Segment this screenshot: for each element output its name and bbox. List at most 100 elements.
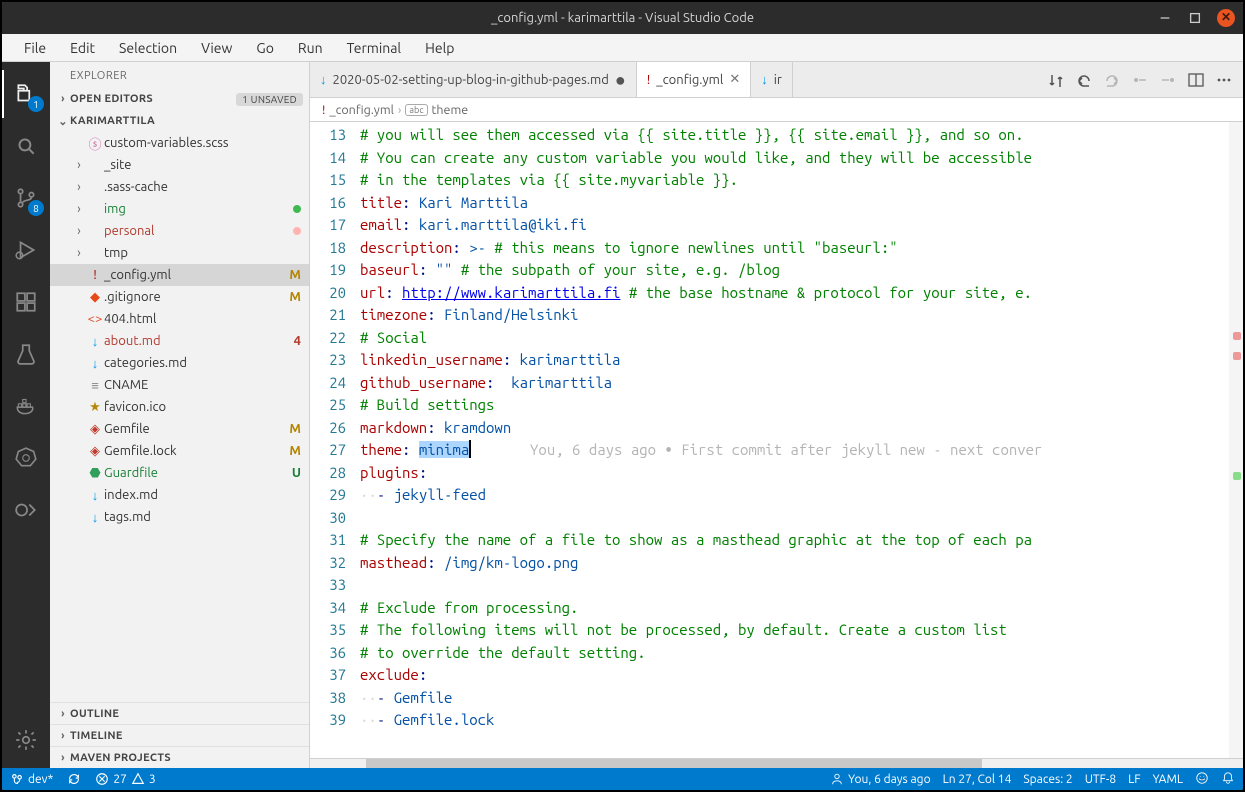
cursor-position[interactable]: Ln 27, Col 14 <box>943 773 1012 786</box>
git-blame[interactable]: You, 6 days ago <box>830 772 931 786</box>
feedback-icon[interactable] <box>1195 771 1209 788</box>
language-mode[interactable]: YAML <box>1153 773 1183 786</box>
split-icon[interactable] <box>1187 71 1205 89</box>
file-custom-variables-scss[interactable]: ⓢcustom-variables.scss <box>50 132 309 154</box>
tab-actions <box>1037 62 1243 97</box>
code-line <box>360 507 1243 530</box>
chevron-right-icon: › <box>56 730 70 742</box>
activity-testing[interactable] <box>2 330 50 378</box>
menu-file[interactable]: File <box>14 36 56 60</box>
activity-docker[interactable] <box>2 382 50 430</box>
git-compare-icon[interactable] <box>1047 71 1065 89</box>
code-content[interactable]: # you will see them accessed via {{ site… <box>360 122 1243 758</box>
file-label: _site <box>104 158 285 172</box>
scm-status: M <box>285 290 301 304</box>
breadcrumb[interactable]: ! _config.yml › abc theme <box>310 98 1243 122</box>
file-favicon-ico[interactable]: ★favicon.ico <box>50 396 309 418</box>
explorer-sidebar: EXPLORER › OPEN EDITORS 1 UNSAVED ⌄ KARI… <box>50 62 310 768</box>
file-guardfile[interactable]: ⬣GuardfileU <box>50 462 309 484</box>
file-categories-md[interactable]: ↓categories.md <box>50 352 309 374</box>
menu-help[interactable]: Help <box>415 36 464 60</box>
eol[interactable]: LF <box>1128 773 1140 786</box>
minimize-button[interactable] <box>1157 10 1173 26</box>
repo-section[interactable]: ⌄ KARIMARTTILA <box>50 110 309 132</box>
tab-ir[interactable]: ↓ir <box>751 62 793 97</box>
code-line: # You can create any custom variable you… <box>360 147 1243 170</box>
next-dim-icon[interactable] <box>1159 71 1177 89</box>
chevron-right-icon: › <box>72 224 86 238</box>
file-gemfile-lock[interactable]: ◈Gemfile.lockM <box>50 440 309 462</box>
folder--site[interactable]: ›_site <box>50 154 309 176</box>
file-label: Guardfile <box>104 466 285 480</box>
code-line: baseurl: "" # the subpath of your site, … <box>360 259 1243 282</box>
spacer <box>72 268 86 282</box>
menu-selection[interactable]: Selection <box>109 36 187 60</box>
file--gitignore[interactable]: ◆.gitignoreM <box>50 286 309 308</box>
spacer <box>72 510 86 524</box>
code-line: github_username: karimarttila <box>360 372 1243 395</box>
horizontal-scrollbar[interactable] <box>310 758 1243 768</box>
close-tab-icon[interactable]: ✕ <box>729 72 740 87</box>
section-maven-projects[interactable]: ›MAVEN PROJECTS <box>50 746 309 768</box>
folder-tmp[interactable]: ›tmp <box>50 242 309 264</box>
open-editors-section[interactable]: › OPEN EDITORS 1 UNSAVED <box>50 88 309 110</box>
horizontal-scroll-thumb[interactable] <box>366 759 982 768</box>
maximize-button[interactable] <box>1187 10 1203 26</box>
sync-button[interactable] <box>67 772 81 786</box>
file-label: Gemfile.lock <box>104 444 285 458</box>
file--config-yml[interactable]: !_config.ymlM <box>50 264 309 286</box>
sidebar-bottom-sections: ›OUTLINE›TIMELINE›MAVEN PROJECTS <box>50 702 309 768</box>
problems[interactable]: 27 3 <box>95 772 155 786</box>
minimap[interactable] <box>1229 122 1243 758</box>
git-branch[interactable]: dev* <box>10 772 53 786</box>
activity-settings[interactable] <box>2 716 50 764</box>
chevron-right-icon: › <box>56 708 70 720</box>
tab-2020-05-02-setting-up-blog-in-github-pages-md[interactable]: ↓2020-05-02-setting-up-blog-in-github-pa… <box>310 62 637 97</box>
line-number: 35 <box>310 619 346 642</box>
code-line: # to override the default setting. <box>360 642 1243 665</box>
activity-kubernetes[interactable] <box>2 434 50 482</box>
activity-extensions[interactable] <box>2 278 50 326</box>
redo-dim-icon[interactable] <box>1103 71 1121 89</box>
folder-img[interactable]: ›img <box>50 198 309 220</box>
file-label: _config.yml <box>104 268 285 282</box>
editor[interactable]: 1314151617181920212223242526272829303132… <box>310 122 1243 758</box>
file-label: tags.md <box>104 510 285 524</box>
tab--config-yml[interactable]: !_config.yml✕ <box>637 62 752 97</box>
spacer <box>72 356 86 370</box>
undo-icon[interactable] <box>1075 71 1093 89</box>
line-number: 38 <box>310 687 346 710</box>
activity-search[interactable] <box>2 122 50 170</box>
activity-run-debug[interactable] <box>2 226 50 274</box>
spacer <box>72 488 86 502</box>
tab-label: ir <box>774 73 782 87</box>
file-index-md[interactable]: ↓index.md <box>50 484 309 506</box>
folder--sass-cache[interactable]: ›.sass-cache <box>50 176 309 198</box>
line-number: 24 <box>310 372 346 395</box>
file-about-md[interactable]: ↓about.md4 <box>50 330 309 352</box>
menu-view[interactable]: View <box>191 36 242 60</box>
file-404-html[interactable]: <>404.html <box>50 308 309 330</box>
section-outline[interactable]: ›OUTLINE <box>50 702 309 724</box>
activity-live-share[interactable] <box>2 486 50 534</box>
file-gemfile[interactable]: ◈GemfileM <box>50 418 309 440</box>
file-cname[interactable]: ≡CNAME <box>50 374 309 396</box>
menu-terminal[interactable]: Terminal <box>337 36 412 60</box>
prev-dim-icon[interactable] <box>1131 71 1149 89</box>
menubar: FileEditSelectionViewGoRunTerminalHelp <box>2 34 1243 62</box>
notifications-icon[interactable] <box>1221 771 1235 788</box>
activity-scm[interactable]: 8 <box>2 174 50 222</box>
folder-personal[interactable]: ›personal <box>50 220 309 242</box>
more-icon[interactable] <box>1215 71 1233 89</box>
activity-explorer[interactable]: 1 <box>2 70 50 118</box>
encoding[interactable]: UTF-8 <box>1085 773 1116 786</box>
menu-edit[interactable]: Edit <box>60 36 105 60</box>
ruby-icon: ◈ <box>86 422 104 437</box>
menu-run[interactable]: Run <box>288 36 333 60</box>
indentation[interactable]: Spaces: 2 <box>1023 773 1072 786</box>
file-tags-md[interactable]: ↓tags.md <box>50 506 309 528</box>
spacer <box>72 400 86 414</box>
menu-go[interactable]: Go <box>246 36 283 60</box>
section-timeline[interactable]: ›TIMELINE <box>50 724 309 746</box>
close-button[interactable]: ✕ <box>1217 9 1235 27</box>
